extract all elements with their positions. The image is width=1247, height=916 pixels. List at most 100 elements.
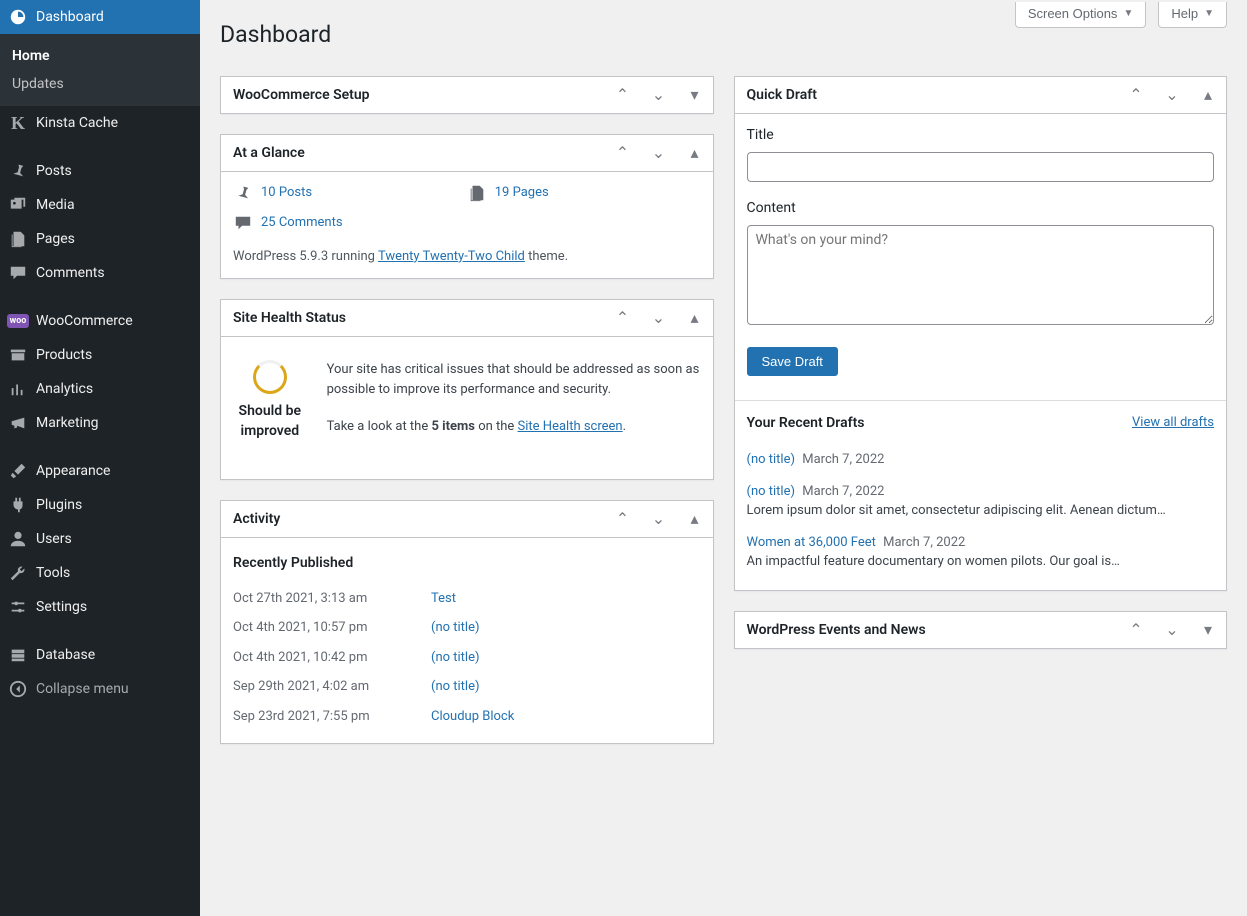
theme-link[interactable]: Twenty Twenty-Two Child	[378, 249, 525, 264]
toggle-panel-button[interactable]: ▾	[677, 77, 713, 113]
toggle-panel-button[interactable]: ▴	[677, 501, 713, 537]
sidebar-item-tools[interactable]: Tools	[0, 556, 200, 590]
sidebar-item-appearance[interactable]: Appearance	[0, 454, 200, 488]
pin-icon	[0, 154, 36, 188]
sidebar-item-label: Settings	[36, 590, 87, 624]
draft-item: (no title) March 7, 2022 Lorem ipsum dolo…	[747, 476, 1215, 527]
pin-icon	[233, 183, 253, 203]
dashboard-icon	[0, 0, 36, 34]
move-down-button[interactable]: ⌄	[641, 300, 677, 336]
toggle-panel-button[interactable]: ▾	[1190, 612, 1226, 648]
admin-sidebar: Dashboard HomeUpdates KKinsta Cache PostsMe…	[0, 0, 200, 916]
site-health-indicator: Should be improved	[233, 360, 307, 455]
sidebar-item-marketing[interactable]: Marketing	[0, 406, 200, 440]
sidebar-item-label: Pages	[36, 222, 75, 256]
widget-events-news: WordPress Events and News ⌃ ⌄ ▾	[734, 611, 1228, 649]
draft-excerpt: Lorem ipsum dolor sit amet, consectetur …	[747, 501, 1215, 521]
sidebar-item-media[interactable]: Media	[0, 188, 200, 222]
site-health-body: Your site has critical issues that shoul…	[327, 360, 701, 399]
activity-post-link[interactable]: Cloudup Block	[431, 707, 514, 727]
help-label: Help	[1171, 6, 1198, 21]
screen-options-toggle[interactable]: Screen Options ▼	[1015, 2, 1147, 28]
left-column: WooCommerce Setup ⌃ ⌄ ▾ At a Glance ⌃ ⌄ …	[220, 76, 714, 765]
draft-date: March 7, 2022	[799, 484, 884, 499]
collapse-menu-button[interactable]: Collapse menu	[0, 672, 200, 706]
sidebar-item-label: Marketing	[36, 406, 99, 440]
sidebar-subitem-updates[interactable]: Updates	[0, 70, 200, 98]
view-all-drafts-link[interactable]: View all drafts	[1132, 413, 1214, 433]
glance-link[interactable]: 19 Pages	[495, 183, 549, 203]
toggle-panel-button[interactable]: ▴	[677, 300, 713, 336]
sidebar-item-label: Analytics	[36, 372, 93, 406]
site-health-status-label: Should be improved	[233, 402, 307, 441]
draft-title-link[interactable]: (no title)	[747, 484, 796, 499]
caret-up-icon: ▴	[690, 308, 698, 328]
move-up-button[interactable]: ⌃	[605, 300, 641, 336]
widget-title: Activity	[221, 501, 605, 537]
move-down-button[interactable]: ⌄	[641, 501, 677, 537]
database-icon	[0, 638, 36, 672]
sidebar-item-label: Products	[36, 338, 92, 372]
sidebar-item-database[interactable]: Database	[0, 638, 200, 672]
draft-excerpt: An impactful feature documentary on wome…	[747, 552, 1215, 572]
draft-title-input[interactable]	[747, 152, 1215, 182]
sidebar-item-users[interactable]: Users	[0, 522, 200, 556]
megaphone-icon	[0, 406, 36, 440]
sidebar-item-settings[interactable]: Settings	[0, 590, 200, 624]
sidebar-item-analytics[interactable]: Analytics	[0, 372, 200, 406]
activity-post-link[interactable]: (no title)	[431, 648, 480, 668]
activity-post-link[interactable]: (no title)	[431, 677, 480, 697]
right-column: Quick Draft ⌃ ⌄ ▴ Title Content	[734, 76, 1228, 765]
activity-post-link[interactable]: (no title)	[431, 618, 480, 638]
sidebar-item-plugins[interactable]: Plugins	[0, 488, 200, 522]
move-down-button[interactable]: ⌄	[1154, 77, 1190, 113]
sidebar-subitem-home[interactable]: Home	[0, 42, 200, 70]
glance-item: 10 Posts	[233, 183, 467, 213]
draft-title-link[interactable]: (no title)	[747, 452, 796, 467]
draft-title-link[interactable]: Women at 36,000 Feet	[747, 535, 876, 550]
site-health-link[interactable]: Site Health screen	[518, 419, 623, 434]
move-up-button[interactable]: ⌃	[1118, 612, 1154, 648]
move-down-button[interactable]: ⌄	[1154, 612, 1190, 648]
text: .	[623, 419, 626, 434]
glance-link[interactable]: 10 Posts	[261, 183, 312, 203]
draft-content-textarea[interactable]	[747, 225, 1215, 325]
sidebar-item-dashboard[interactable]: Dashboard	[0, 0, 200, 34]
text: Take a look at the	[327, 419, 432, 434]
site-health-cta: Take a look at the 5 items on the Site H…	[327, 417, 701, 437]
sidebar-item-comments[interactable]: Comments	[0, 256, 200, 290]
widget-title: Site Health Status	[221, 300, 605, 336]
sidebar-item-posts[interactable]: Posts	[0, 154, 200, 188]
version-prefix: WordPress 5.9.3 running	[233, 249, 378, 264]
media-icon	[0, 188, 36, 222]
sidebar-item-label: Media	[36, 188, 75, 222]
activity-item: Sep 29th 2021, 4:02 am(no title)	[233, 672, 701, 702]
comment-icon	[0, 256, 36, 290]
draft-date: March 7, 2022	[880, 535, 965, 550]
move-up-button[interactable]: ⌃	[605, 135, 641, 171]
chevron-up-icon: ⌃	[616, 308, 629, 328]
activity-post-link[interactable]: Test	[431, 589, 456, 609]
move-down-button[interactable]: ⌄	[641, 77, 677, 113]
glance-link[interactable]: 25 Comments	[261, 213, 343, 233]
sidebar-item-label: Tools	[36, 556, 70, 590]
sidebar-item-kinsta-cache[interactable]: KKinsta Cache	[0, 106, 200, 140]
sidebar-item-products[interactable]: Products	[0, 338, 200, 372]
sidebar-item-woocommerce[interactable]: wooWooCommerce	[0, 304, 200, 338]
toggle-panel-button[interactable]: ▴	[1190, 77, 1226, 113]
move-up-button[interactable]: ⌃	[605, 501, 641, 537]
toggle-panel-button[interactable]: ▴	[677, 135, 713, 171]
woo-icon: woo	[0, 304, 36, 338]
version-suffix: theme.	[525, 249, 568, 264]
move-up-button[interactable]: ⌃	[605, 77, 641, 113]
chevron-down-icon: ⌄	[652, 85, 665, 105]
kinsta-icon: K	[0, 106, 36, 140]
wp-version-line: WordPress 5.9.3 running Twenty Twenty-Tw…	[233, 243, 701, 267]
save-draft-button[interactable]: Save Draft	[747, 347, 838, 376]
move-down-button[interactable]: ⌄	[641, 135, 677, 171]
help-toggle[interactable]: Help ▼	[1158, 2, 1227, 28]
caret-up-icon: ▴	[1204, 85, 1212, 105]
move-up-button[interactable]: ⌃	[1118, 77, 1154, 113]
screen-options-label: Screen Options	[1028, 6, 1118, 21]
sidebar-item-pages[interactable]: Pages	[0, 222, 200, 256]
